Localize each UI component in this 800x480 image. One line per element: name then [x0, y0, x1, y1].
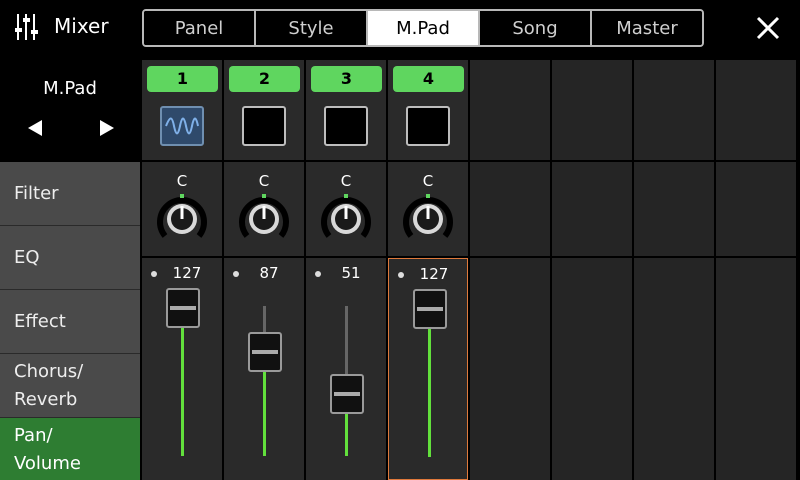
channel-header: 1: [142, 60, 222, 160]
close-icon[interactable]: [748, 10, 788, 46]
volume-value: 127: [419, 265, 449, 283]
mixer-grid: 1 C 127 2 C 87 3 C 51 4 C 127: [140, 60, 800, 480]
volume-value: 51: [341, 264, 361, 282]
empty-cell: [716, 60, 796, 160]
tab-style[interactable]: Style: [256, 11, 368, 45]
tab-panel[interactable]: Panel: [144, 11, 256, 45]
tab-mpad[interactable]: M.Pad: [368, 11, 480, 45]
empty-cell: [552, 60, 632, 160]
mixer-icon: [15, 14, 38, 40]
next-arrow-icon[interactable]: [92, 116, 120, 140]
volume-indicator-dot: [151, 271, 157, 277]
previous-arrow-icon[interactable]: [22, 116, 50, 140]
pan-value: C: [422, 172, 434, 190]
pan-value: C: [258, 172, 270, 190]
channel-2: 2 C 87: [224, 60, 304, 480]
volume-fader[interactable]: [413, 289, 447, 329]
channel-1: 1 C 127: [142, 60, 222, 480]
volume-level-fill: [428, 307, 431, 457]
empty-cell: [470, 258, 550, 480]
part-selector: M.Pad: [0, 56, 140, 162]
volume-value: 87: [259, 264, 279, 282]
pan-value: C: [176, 172, 188, 190]
menu-item-eq[interactable]: EQ: [0, 226, 140, 290]
empty-cell: [552, 258, 632, 480]
volume-indicator-dot: [315, 271, 321, 277]
pan-cell: C: [306, 162, 386, 256]
empty-cell: [552, 162, 632, 256]
pad-button[interactable]: [160, 106, 204, 146]
menu-item-chorus-reverb[interactable]: Chorus/ Reverb: [0, 354, 140, 418]
wave-icon: [165, 117, 199, 135]
volume-indicator-dot: [398, 272, 404, 278]
pad-button[interactable]: [324, 106, 368, 146]
channel-number-badge[interactable]: 1: [147, 66, 218, 92]
volume-fader[interactable]: [248, 332, 282, 372]
volume-level-fill: [181, 306, 184, 456]
channel-header: 4: [388, 60, 468, 160]
menu-item-label: EQ: [14, 246, 40, 268]
channel-number-badge[interactable]: 4: [393, 66, 464, 92]
volume-fader[interactable]: [330, 374, 364, 414]
empty-channel: [552, 60, 632, 480]
empty-cell: [634, 162, 714, 256]
menu-item-effect[interactable]: Effect: [0, 290, 140, 354]
pan-knob[interactable]: [401, 192, 455, 246]
app-title: Mixer: [54, 14, 109, 38]
volume-fader[interactable]: [166, 288, 200, 328]
tab-song[interactable]: Song: [480, 11, 592, 45]
pan-cell: C: [142, 162, 222, 256]
empty-cell: [634, 258, 714, 480]
tab-bar: Panel Style M.Pad Song Master: [142, 9, 704, 47]
menu-item-pan-volume[interactable]: Pan/ Volume: [0, 418, 140, 480]
menu-item-label: Filter: [14, 182, 59, 204]
header-bar: Mixer Panel Style M.Pad Song Master: [0, 0, 800, 56]
pan-knob[interactable]: [319, 192, 373, 246]
menu-item-filter[interactable]: Filter: [0, 162, 140, 226]
menu-item-label: Effect: [14, 310, 66, 332]
menu-item-label: Chorus/ Reverb: [14, 360, 84, 410]
pan-value: C: [340, 172, 352, 190]
channel-number-badge[interactable]: 3: [311, 66, 382, 92]
channel-3: 3 C 51: [306, 60, 386, 480]
parameter-menu: Filter EQ Effect Chorus/ Reverb Pan/ Vol…: [0, 162, 140, 480]
empty-cell: [470, 162, 550, 256]
pan-cell: C: [224, 162, 304, 256]
menu-item-label: Pan/ Volume: [14, 424, 81, 474]
volume-indicator-dot: [233, 271, 239, 277]
pan-cell: C: [388, 162, 468, 256]
pan-knob[interactable]: [155, 192, 209, 246]
empty-channel: [634, 60, 714, 480]
empty-channel: [716, 60, 796, 480]
volume-cell: 87: [224, 258, 304, 480]
part-name: M.Pad: [43, 78, 97, 99]
volume-cell: 127: [142, 258, 222, 480]
pad-button[interactable]: [406, 106, 450, 146]
volume-cell: 51: [306, 258, 386, 480]
empty-cell: [716, 162, 796, 256]
volume-cell: 127: [388, 258, 468, 480]
channel-header: 3: [306, 60, 386, 160]
pan-knob[interactable]: [237, 192, 291, 246]
tab-master[interactable]: Master: [592, 11, 702, 45]
channel-4: 4 C 127: [388, 60, 468, 480]
empty-cell: [716, 258, 796, 480]
channel-header: 2: [224, 60, 304, 160]
channel-number-badge[interactable]: 2: [229, 66, 300, 92]
empty-cell: [470, 60, 550, 160]
empty-channel: [470, 60, 550, 480]
pad-button[interactable]: [242, 106, 286, 146]
empty-cell: [634, 60, 714, 160]
volume-value: 127: [172, 264, 202, 282]
